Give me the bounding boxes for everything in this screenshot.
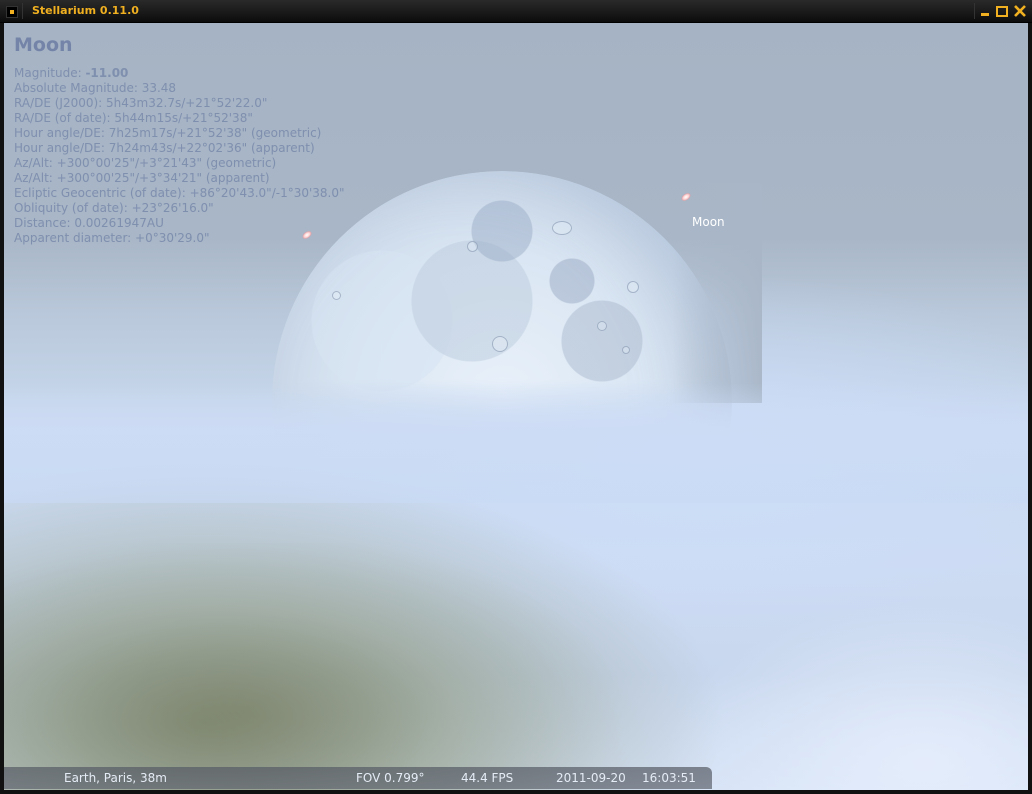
window-title: Stellarium 0.11.0	[32, 4, 139, 17]
location-readout[interactable]: Earth, Paris, 38m	[64, 771, 167, 785]
info-line: Obliquity (of date): +23°26'16.0"	[14, 201, 214, 215]
time-readout[interactable]: 16:03:51	[642, 771, 696, 785]
maximize-button[interactable]	[994, 3, 1010, 19]
horizon-glow	[644, 583, 1028, 790]
close-button[interactable]	[1012, 3, 1028, 19]
maximize-icon	[996, 5, 1008, 17]
object-info-panel: Moon Magnitude: -11.00 Absolute Magnitud…	[14, 34, 345, 246]
crater	[492, 336, 508, 352]
minimize-icon	[981, 13, 989, 16]
crater	[622, 346, 630, 354]
date-readout[interactable]: 2011-09-20	[556, 771, 626, 785]
title-separator	[22, 3, 23, 19]
crater	[627, 281, 639, 293]
info-line: Az/Alt: +300°00'25"/+3°34'21" (apparent)	[14, 171, 270, 185]
crater	[332, 291, 341, 300]
info-line: Absolute Magnitude: 33.48	[14, 81, 177, 95]
info-line: Ecliptic Geocentric (of date): +86°20'43…	[14, 186, 345, 200]
info-line: Hour angle/DE: 7h25m17s/+21°52'38" (geom…	[14, 126, 322, 140]
app-menu-icon[interactable]	[6, 6, 18, 18]
info-line: Hour angle/DE: 7h24m43s/+22°02'36" (appa…	[14, 141, 315, 155]
title-bar[interactable]: Stellarium 0.11.0	[0, 0, 1032, 23]
info-line: Distance: 0.00261947AU	[14, 216, 164, 230]
minimize-button[interactable]	[977, 3, 993, 19]
sky-viewport[interactable]: Moon Moon Magnitude: -11.00 Absolute Mag…	[4, 23, 1028, 790]
object-info-lines: Magnitude: -11.00 Absolute Magnitude: 33…	[14, 66, 345, 246]
status-bar[interactable]: Earth, Paris, 38m FOV 0.799° 44.4 FPS 20…	[4, 767, 712, 789]
object-name: Moon	[14, 34, 73, 56]
moon-label[interactable]: Moon	[692, 215, 725, 229]
info-line: RA/DE (of date): 5h44m15s/+21°52'38"	[14, 111, 253, 125]
crater	[597, 321, 607, 331]
app-window: Stellarium 0.11.0 Moon Moon Magnitude: -…	[0, 0, 1032, 794]
horizon-haze	[4, 383, 1028, 503]
fov-readout: FOV 0.799°	[356, 771, 425, 785]
info-line: RA/DE (J2000): 5h43m32.7s/+21°52'22.0"	[14, 96, 268, 110]
crater	[552, 221, 572, 235]
crater	[467, 241, 478, 252]
info-line: Apparent diameter: +0°30'29.0"	[14, 231, 210, 245]
title-separator-right	[974, 3, 975, 19]
info-line-magnitude: Magnitude: -11.00	[14, 66, 129, 80]
fps-readout: 44.4 FPS	[461, 771, 514, 785]
close-icon	[1014, 5, 1026, 17]
info-line: Az/Alt: +300°00'25"/+3°21'43" (geometric…	[14, 156, 277, 170]
